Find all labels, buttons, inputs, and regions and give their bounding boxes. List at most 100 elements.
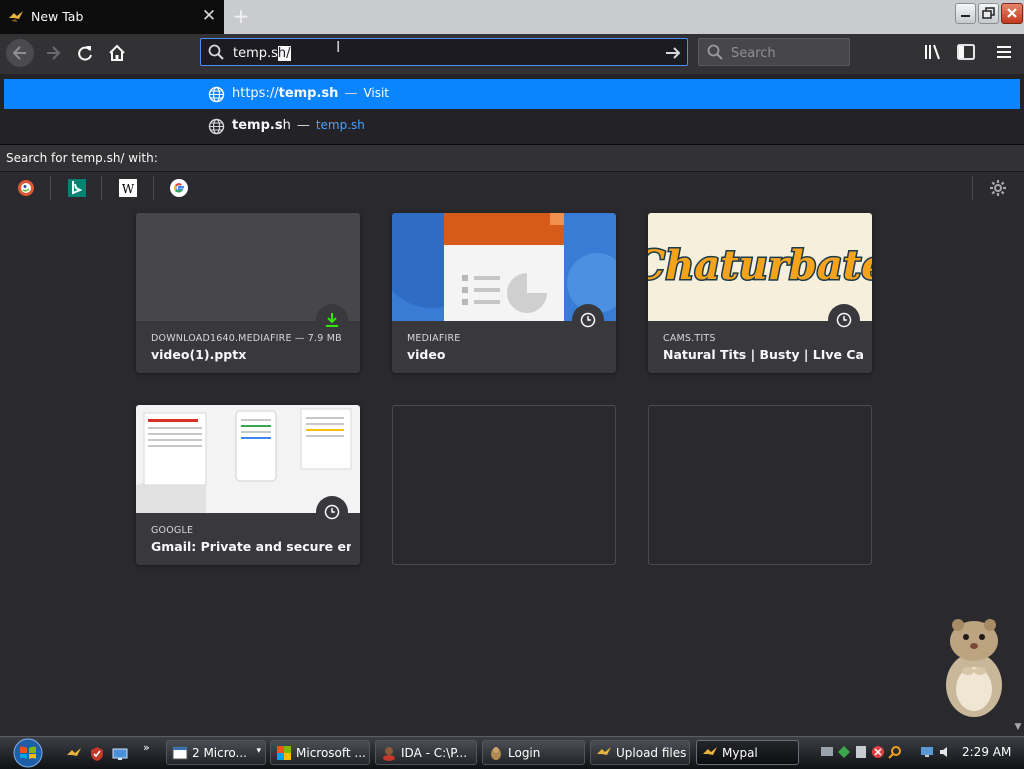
app-icon: [491, 747, 501, 760]
one-off-search-engines: W: [0, 171, 1024, 205]
site-host: CAMS.TITS: [663, 333, 716, 344]
search-for-label: Search for temp.sh/ with:: [6, 151, 158, 165]
window-minimize-button[interactable]: [955, 3, 976, 24]
bing-icon[interactable]: [67, 178, 87, 198]
duckduckgo-icon[interactable]: [16, 178, 36, 198]
empty-top-site-slot[interactable]: [648, 405, 872, 565]
volume-icon[interactable]: [938, 745, 952, 759]
home-button[interactable]: [103, 39, 131, 67]
suggestion-title: temp.sh — temp.sh: [232, 118, 365, 133]
google-icon[interactable]: [169, 178, 189, 198]
forward-arrow-icon: [47, 46, 61, 60]
search-icon: [707, 44, 723, 60]
hamburger-menu-icon[interactable]: [992, 40, 1016, 64]
taskbar-button-mypal[interactable]: Mypal: [696, 740, 799, 765]
mypal-icon: [703, 747, 717, 755]
site-title: Gmail: Private and secure email ...: [151, 539, 351, 554]
taskbar-button-login[interactable]: Login: [482, 740, 585, 765]
globe-icon: [208, 86, 225, 103]
top-site-tile[interactable]: DOWNLOAD1640.MEDIAFIRE — 7.9 MB video(1)…: [136, 213, 360, 373]
home-icon: [109, 44, 125, 61]
suggestion-visit-https[interactable]: https://temp.sh — Visit: [4, 79, 1020, 109]
suggestion-title: https://temp.sh — Visit: [232, 86, 390, 101]
tab-title: New Tab: [31, 9, 84, 24]
vertical-scrollbar[interactable]: [1012, 204, 1024, 736]
back-button[interactable]: [6, 39, 34, 67]
mypal-favicon-icon: [9, 11, 23, 22]
empty-top-site-slot[interactable]: [392, 405, 616, 565]
new-tab-button[interactable]: +: [228, 5, 254, 29]
download-icon: [326, 313, 338, 327]
window-close-button[interactable]: [1001, 3, 1023, 24]
security-quicklaunch-icon[interactable]: [89, 746, 105, 762]
window-restore-button[interactable]: [978, 3, 999, 24]
search-bar[interactable]: Search: [698, 38, 850, 66]
tray-monitor-icon[interactable]: [920, 745, 934, 759]
show-desktop-icon[interactable]: [112, 746, 128, 762]
globe-icon: [208, 118, 225, 135]
wikipedia-icon[interactable]: W: [118, 178, 138, 198]
mypal-quicklaunch-icon[interactable]: [66, 746, 82, 762]
window-icon: [172, 746, 188, 760]
reload-icon: [78, 46, 92, 61]
text-cursor-icon: I: [336, 38, 341, 56]
reload-button[interactable]: [71, 39, 99, 67]
clock-icon: [836, 312, 852, 328]
system-tray: 2:29 AM: [818, 740, 1024, 766]
top-site-tile[interactable]: MEDIAFIRE video: [392, 213, 616, 373]
ms-office-icon: [277, 746, 291, 760]
typed-text: temp.s: [233, 46, 278, 61]
tray-search-icon[interactable]: [888, 745, 902, 759]
back-arrow-icon: [12, 46, 26, 60]
clock-icon: [580, 312, 596, 328]
forward-button[interactable]: [40, 39, 68, 67]
address-input[interactable]: temp.sh/: [233, 46, 291, 61]
site-title: video: [407, 347, 446, 362]
site-host: GOOGLE: [151, 525, 194, 536]
clock[interactable]: 2:29 AM: [962, 745, 1011, 759]
scroll-down-arrow-icon[interactable]: ▼: [1012, 722, 1024, 734]
site-host: MEDIAFIRE: [407, 333, 461, 344]
autofill-selection: h/: [277, 46, 291, 61]
top-site-tile[interactable]: Chaturbate CAMS.TITS Natural Tits | Bust…: [648, 213, 872, 373]
svg-text:Chaturbate: Chaturbate: [648, 242, 872, 289]
one-off-search-header: Search for temp.sh/ with:: [0, 144, 1024, 171]
tab-new-tab[interactable]: New Tab ✕: [0, 0, 224, 34]
history-badge: [572, 304, 604, 336]
site-host: DOWNLOAD1640.MEDIAFIRE — 7.9 MB: [151, 333, 342, 344]
go-arrow-icon[interactable]: [663, 43, 683, 63]
download-badge: [316, 304, 348, 336]
search-icon: [208, 44, 224, 60]
taskbar-button-microsoft-group[interactable]: 2 Micro... ▾: [166, 740, 266, 765]
navigation-toolbar: temp.sh/ I Search: [0, 34, 1024, 74]
tray-network-icon[interactable]: [820, 745, 834, 759]
clock-icon: [324, 504, 340, 520]
tray-device-icon[interactable]: [854, 745, 868, 759]
site-title: Natural Tits | Busty | LIve Cams| ...: [663, 347, 863, 362]
hamster-mascot-icon: [946, 619, 1002, 717]
tray-green-icon[interactable]: [837, 745, 851, 759]
start-button-icon[interactable]: [9, 738, 47, 768]
suggestion-url: temp.sh: [315, 118, 365, 132]
suggestion-temp-sh[interactable]: temp.sh — temp.sh: [4, 111, 1020, 141]
tray-block-icon[interactable]: [871, 745, 885, 759]
suggestion-action: Visit: [363, 86, 390, 100]
address-suggestions-popup: https://temp.sh — Visit temp.sh — temp.sh Se…: [0, 74, 1024, 205]
taskbar-button-ida[interactable]: IDA - C:\P...: [375, 740, 477, 765]
history-badge: [316, 496, 348, 528]
site-title: video(1).pptx: [151, 347, 247, 362]
mypal-icon: [597, 747, 611, 755]
history-badge: [828, 304, 860, 336]
quicklaunch-overflow-icon[interactable]: »: [143, 741, 150, 754]
sidebar-icon[interactable]: [954, 40, 978, 64]
library-icon[interactable]: [922, 40, 946, 64]
taskbar-button-microsoft[interactable]: Microsoft ...: [270, 740, 370, 765]
svg-text:W: W: [122, 182, 135, 196]
windows-taskbar: » 2 Micro... ▾ Microsoft ... IDA - C:\P.…: [0, 736, 1024, 769]
search-placeholder: Search: [731, 46, 776, 61]
address-bar[interactable]: temp.sh/: [200, 38, 688, 66]
top-site-tile[interactable]: GOOGLE Gmail: Private and secure email .…: [136, 405, 360, 565]
search-settings-gear-icon[interactable]: [988, 178, 1008, 198]
taskbar-button-upload-files[interactable]: Upload files: [590, 740, 690, 765]
close-tab-icon[interactable]: ✕: [200, 7, 218, 25]
